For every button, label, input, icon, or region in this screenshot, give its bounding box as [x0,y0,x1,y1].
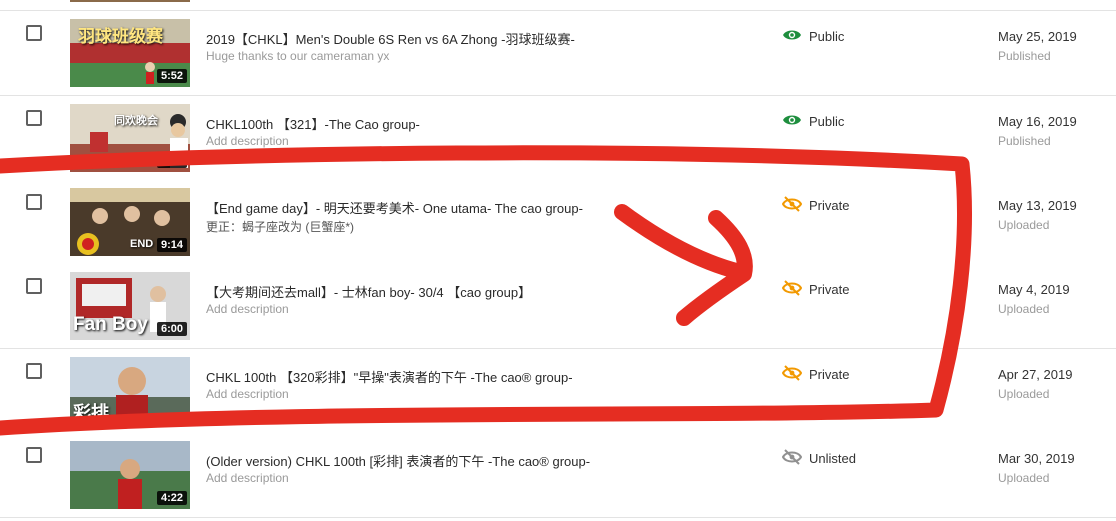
thumbnail-caption: Fan Boy [73,314,148,335]
publish-status: Published [998,49,1051,63]
publish-status: Uploaded [998,471,1050,485]
publish-status: Uploaded [998,387,1050,401]
row-checkbox[interactable] [26,194,42,210]
video-description[interactable]: Add description [206,471,766,485]
row-checkbox[interactable] [26,25,42,41]
video-thumbnail[interactable]: Fan Boy 6:00 [70,272,190,340]
video-thumbnail[interactable]: 同欢晚会 7:58 [70,104,190,172]
video-thumbnail[interactable]: 羽球班级赛 5:52 [70,19,190,87]
video-title[interactable]: CHKL 100th 【320彩排】"早操"表演者的下午 -The cao® g… [206,367,766,386]
visibility-label[interactable]: Private [809,367,849,382]
video-duration: 5:52 [156,69,187,83]
eye-off-icon [782,365,802,381]
video-title[interactable]: CHKL100th 【321】-The Cao group- [206,114,766,133]
thumbnail-caption: 同欢晚会 [114,115,158,127]
visibility-label[interactable]: Public [809,114,844,129]
eye-icon [783,30,801,40]
visibility-label[interactable]: Unlisted [809,451,856,466]
video-description[interactable]: Huge thanks to our cameraman yx [206,49,766,63]
table-row[interactable]: 4:22 (Older version) CHKL 100th [彩排] 表演者… [0,433,1116,518]
eye-off-icon [782,449,802,465]
upload-date: May 4, 2019 [998,282,1070,297]
upload-date: Mar 30, 2019 [998,451,1075,466]
row-checkbox[interactable] [26,110,42,126]
video-title[interactable]: 【大考期间还去mall】- 士林fan boy- 30/4 【cao group… [206,282,766,301]
publish-status: Published [998,134,1051,148]
table-row[interactable]: 同欢晚会 7:58 CHKL100th 【321】-The Cao group-… [0,96,1116,181]
video-duration: 7:58 [156,154,187,168]
video-thumbnail[interactable] [70,0,190,2]
table-row[interactable]: 彩排 CHKL 100th 【320彩排】"早操"表演者的下午 -The cao… [0,349,1116,434]
visibility-label[interactable]: Public [809,29,844,44]
row-checkbox[interactable] [26,447,42,463]
eye-icon [783,115,801,125]
upload-date: Apr 27, 2019 [998,367,1073,382]
video-description[interactable]: Add description [206,134,766,148]
row-checkbox[interactable] [26,278,42,294]
table-row[interactable]: 羽球班级赛 5:52 2019【CHKL】Men's Double 6S Ren… [0,11,1116,96]
publish-status: Uploaded [998,302,1050,316]
video-duration: 9:14 [156,238,187,252]
upload-date: May 25, 2019 [998,29,1077,44]
eye-off-icon [782,196,802,212]
video-title[interactable]: 【End game day】- 明天还要考美术- One utama- The … [206,198,766,217]
video-duration: 4:22 [156,491,187,505]
table-row[interactable]: END 9:14 【End game day】- 明天还要考美术- One ut… [0,180,1116,265]
video-title[interactable]: 2019【CHKL】Men's Double 6S Ren vs 6A Zhon… [206,29,766,48]
thumbnail-caption: 羽球班级赛 [78,27,163,46]
video-thumbnail[interactable]: 4:22 [70,441,190,509]
video-description[interactable]: 更正：蝎子座改为 (巨蟹座*) [206,218,766,235]
eye-off-icon [782,280,802,296]
thumbnail-caption: END [130,238,154,250]
upload-date: May 16, 2019 [998,114,1077,129]
upload-date: May 13, 2019 [998,198,1077,213]
visibility-label[interactable]: Private [809,198,849,213]
video-description[interactable]: Add description [206,302,766,316]
thumbnail-caption: 彩排 [73,403,109,423]
video-description[interactable]: Add description [206,387,766,401]
visibility-label[interactable]: Private [809,282,849,297]
video-thumbnail[interactable]: 彩排 [70,357,190,425]
row-checkbox[interactable] [26,363,42,379]
video-title[interactable]: (Older version) CHKL 100th [彩排] 表演者的下午 -… [206,451,766,470]
video-duration: 6:00 [156,322,187,336]
video-thumbnail[interactable]: END 9:14 [70,188,190,256]
publish-status: Uploaded [998,218,1050,232]
table-row[interactable]: Fan Boy 6:00 【大考期间还去mall】- 士林fan boy- 30… [0,264,1116,349]
table-row-partial [0,0,1116,11]
